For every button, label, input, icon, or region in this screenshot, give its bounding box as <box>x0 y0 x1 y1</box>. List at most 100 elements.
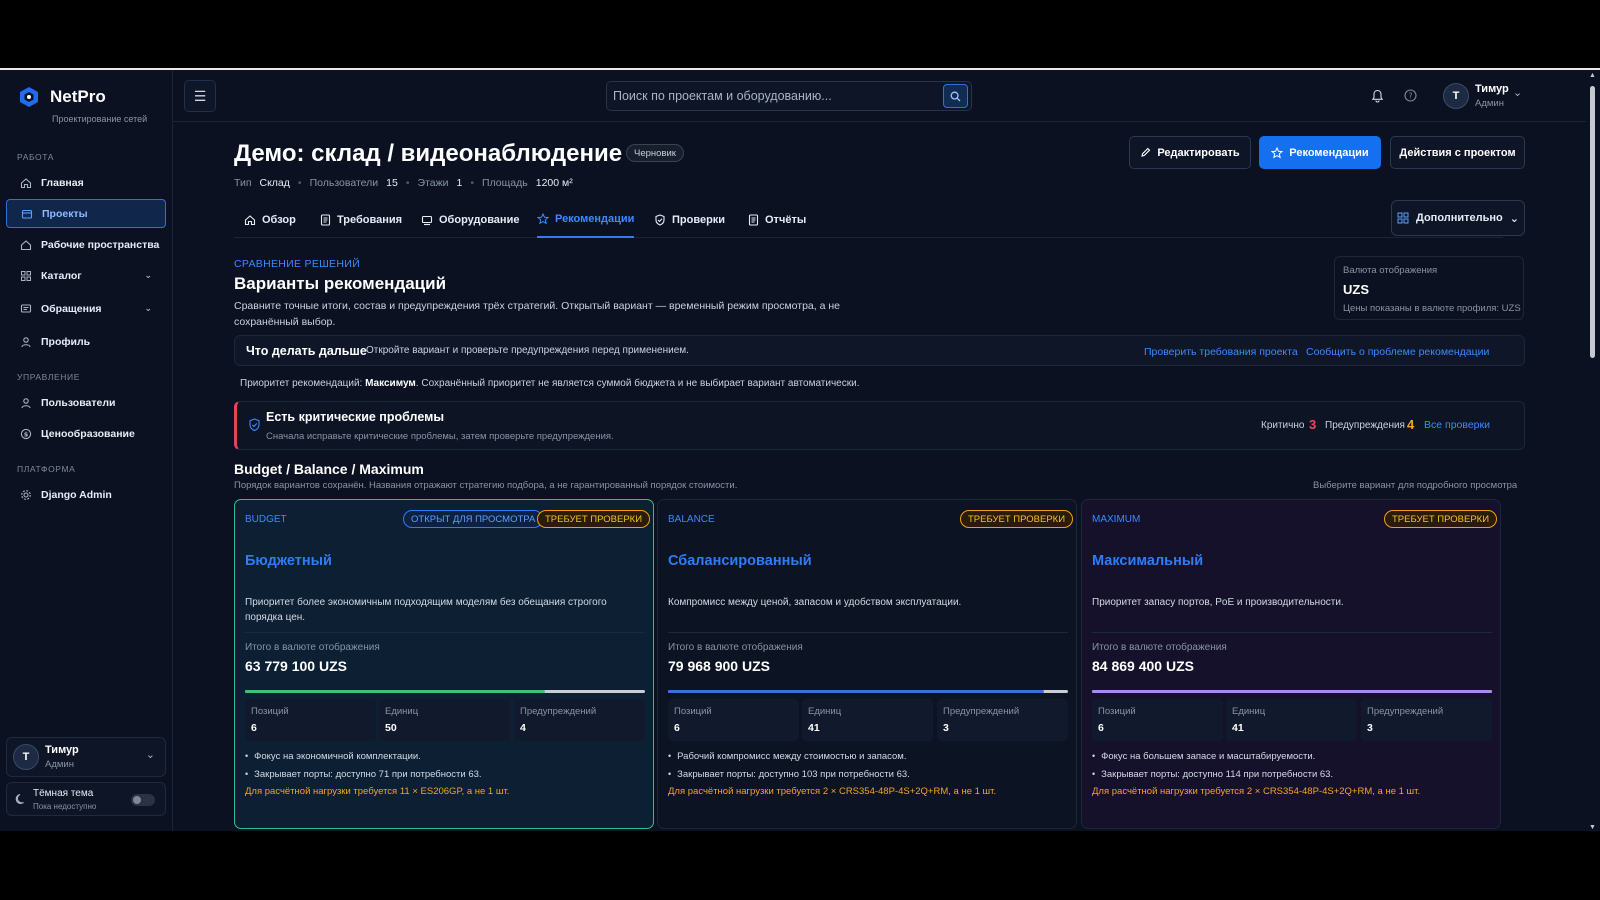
theme-toggle[interactable] <box>131 794 155 806</box>
priority-note: Приоритет рекомендаций: Максимум. Сохран… <box>240 378 859 389</box>
report-problem-link[interactable]: Сообщить о проблеме рекомендации <box>1306 346 1489 358</box>
meta-separator: • <box>297 177 302 189</box>
tab-recommendations[interactable]: Рекомендации <box>537 202 635 238</box>
main-content: Демо: склад / видеонаблюдение Черновик Т… <box>173 122 1583 831</box>
brand-logo-icon <box>18 86 40 108</box>
more-button[interactable]: Дополнительно ⌄ <box>1391 200 1525 236</box>
stat-positions: Позиций 6 <box>668 699 799 741</box>
tab-label: Проверки <box>672 214 726 226</box>
search-box <box>606 81 972 111</box>
tab-label: Требования <box>337 214 403 226</box>
project-actions-button[interactable]: Действия с проектом <box>1390 136 1525 169</box>
next-steps-banner: Что делать дальше Откройте вариант и про… <box>234 335 1525 366</box>
tab-overview[interactable]: Обзор <box>244 202 296 238</box>
stat-value: 4 <box>520 722 526 734</box>
tab-reports[interactable]: Отчёты <box>748 202 806 238</box>
search-button[interactable] <box>943 84 968 108</box>
svg-text:$: $ <box>23 430 28 438</box>
all-checks-link[interactable]: Все проверки <box>1424 419 1490 431</box>
meta-type-value: Склад <box>259 177 290 189</box>
user-role: Админ <box>1475 98 1504 109</box>
sidebar-item-label: Ценообразование <box>41 427 135 440</box>
bullet-list: • Фокус на экономичной комплектации. • Зак… <box>245 747 645 783</box>
variant-card-maximum[interactable]: MAXIMUM ТРЕБУЕТ ПРОВЕРКИ Максимальный Пр… <box>1081 499 1501 829</box>
price-bar <box>1092 690 1492 693</box>
avatar: Т <box>1443 83 1469 109</box>
variant-card-balance[interactable]: BALANCE ТРЕБУЕТ ПРОВЕРКИ Сбалансированны… <box>657 499 1077 829</box>
shield-check-icon <box>248 418 261 432</box>
list-item: • Рабочий компромисс между стоимостью и з… <box>668 750 907 762</box>
recommendations-button[interactable]: Рекомендации <box>1259 136 1381 169</box>
total-value: 79 968 900 UZS <box>668 658 770 674</box>
total-value: 84 869 400 UZS <box>1092 658 1194 674</box>
critical-title: Есть критические проблемы <box>266 410 445 424</box>
edit-button-label: Редактировать <box>1157 146 1240 159</box>
divider <box>245 632 645 633</box>
divider <box>1092 632 1492 633</box>
variant-code: BUDGET <box>245 514 287 525</box>
sidebar-item-projects[interactable]: Проекты <box>6 199 166 228</box>
device-icon <box>421 214 433 226</box>
meta-area-value: 1200 м² <box>535 177 573 189</box>
priority-value: Максимум <box>365 378 416 389</box>
message-icon <box>19 302 32 315</box>
sidebar-item-home[interactable]: Главная <box>6 168 166 197</box>
variant-card-budget[interactable]: BUDGET ОТКРЫТ ДЛЯ ПРОСМОТРА ТРЕБУЕТ ПРОВ… <box>234 499 654 829</box>
workspace-icon <box>19 238 32 251</box>
status-badge: ТРЕБУЕТ ПРОВЕРКИ <box>1384 510 1498 528</box>
stat-units: Единиц 41 <box>1226 699 1357 741</box>
list-item-text: Закрывает порты: доступно 114 при потреб… <box>1101 768 1334 780</box>
tab-equipment[interactable]: Оборудование <box>421 202 519 238</box>
stat-value: 6 <box>251 722 257 734</box>
menu-toggle-button[interactable]: ☰ <box>184 80 216 112</box>
topbar-user-menu[interactable]: Т Тимур Админ ⌄ <box>1443 82 1523 112</box>
brand[interactable]: NetPro <box>18 86 106 108</box>
total-value: 63 779 100 UZS <box>245 658 347 674</box>
sidebar-item-users[interactable]: Пользователи <box>6 388 166 417</box>
search-input[interactable] <box>607 82 927 110</box>
variant-description: Компромисс между ценой, запасом и удобст… <box>668 597 962 608</box>
search-icon <box>950 91 961 102</box>
sidebar-user-menu[interactable]: Т Тимур Админ ⌄ <box>6 737 166 777</box>
meta-floors-label: Этажи <box>417 177 449 189</box>
variants-title: Budget / Balance / Maximum <box>234 461 424 477</box>
user-name: Тимур <box>1475 83 1509 95</box>
help-icon[interactable]: ? <box>1404 89 1417 102</box>
scrollbar[interactable]: ▲ ▼ <box>1586 70 1600 831</box>
stat-label: Позиций <box>251 706 289 717</box>
sidebar-item-catalog[interactable]: Каталог ⌄ <box>6 261 166 290</box>
currency-note: Цены показаны в валюте профиля: UZS <box>1343 303 1521 314</box>
grid-icon <box>19 269 32 282</box>
stat-label: Предупреждений <box>943 706 1020 717</box>
sidebar-item-profile[interactable]: Профиль <box>6 327 166 356</box>
sidebar-item-django-admin[interactable]: Django Admin <box>6 480 166 509</box>
currency-label: Валюта отображения <box>1343 265 1438 276</box>
currency-value: UZS <box>1343 282 1369 297</box>
tab-requirements[interactable]: Требования <box>320 202 402 238</box>
list-item-text: Рабочий компромисс между стоимостью и за… <box>677 750 907 762</box>
sidebar-item-workspaces[interactable]: Рабочие пространства <box>6 230 166 259</box>
bell-icon[interactable] <box>1371 89 1384 103</box>
user-icon <box>19 335 32 348</box>
sidebar-item-requests[interactable]: Обращения ⌄ <box>6 294 166 323</box>
sidebar-item-pricing[interactable]: $ Ценообразование <box>6 419 166 448</box>
scrollbar-thumb[interactable] <box>1590 86 1595 358</box>
meta-type-label: Тип <box>234 177 252 189</box>
sidebar-section-manage: УПРАВЛЕНИЕ <box>17 372 81 382</box>
theme-label: Тёмная тема <box>33 788 94 799</box>
moon-icon <box>15 793 27 805</box>
meta-users-label: Пользователи <box>309 177 379 189</box>
stat-label: Позиций <box>674 706 712 717</box>
status-badge: ТРЕБУЕТ ПРОВЕРКИ <box>960 510 1074 528</box>
list-item-text: Фокус на экономичной комплектации. <box>254 750 421 762</box>
sidebar: NetPro Проектирование сетей РАБОТА Главн… <box>0 70 173 831</box>
price-bar-fill <box>668 690 1044 693</box>
project-meta: Тип Склад • Пользователи 15 • Этажи 1 • … <box>234 177 573 189</box>
warnings-count: 4 <box>1407 417 1415 432</box>
stat-value: 6 <box>1098 722 1104 734</box>
check-requirements-link[interactable]: Проверить требования проекта <box>1144 346 1298 358</box>
tab-checks[interactable]: Проверки <box>654 202 725 238</box>
edit-button[interactable]: Редактировать <box>1129 136 1251 169</box>
critical-count: 3 <box>1309 417 1317 432</box>
variant-name: Максимальный <box>1092 553 1204 569</box>
